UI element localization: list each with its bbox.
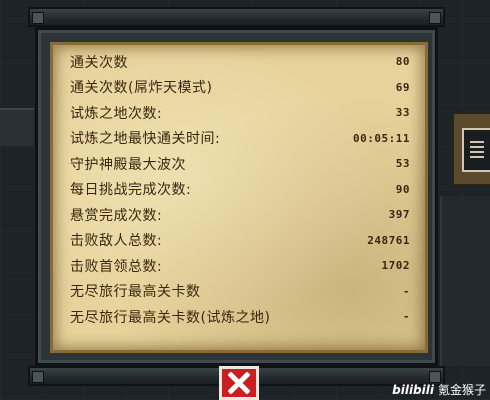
stat-label: 试炼之地最快通关时间: (70, 131, 221, 148)
stat-label: 每日挑战完成次数: (70, 182, 192, 199)
stat-row: 无尽旅行最高关卡数(试炼之地) - (70, 304, 410, 330)
stat-row: 击败首领总数: 1702 (70, 253, 410, 279)
stat-label: 无尽旅行最高关卡数(试炼之地) (70, 309, 271, 326)
bilibili-logo: bilibili (392, 382, 434, 397)
background-block (0, 108, 34, 146)
stat-label: 击败首领总数: (70, 258, 163, 275)
stat-value: 397 (388, 208, 410, 222)
stat-row: 每日挑战完成次数: 90 (70, 177, 410, 203)
stat-label: 守护神殿最大波次 (70, 156, 186, 173)
close-icon (228, 372, 250, 394)
stat-row: 悬赏完成次数: 397 (70, 202, 410, 228)
stat-label: 悬赏完成次数: (70, 207, 163, 224)
background-pillar (440, 196, 490, 366)
stat-row: 击败敌人总数: 248761 (70, 228, 410, 254)
stat-row: 试炼之地最快通关时间: 00:05:11 (70, 126, 410, 152)
stat-value: 53 (395, 157, 410, 171)
stat-label: 击败敌人总数: (70, 233, 163, 250)
stat-row: 试炼之地次数: 33 (70, 100, 410, 126)
stat-value: 90 (395, 182, 410, 196)
stat-value: 33 (395, 106, 410, 120)
stat-value: - (402, 284, 410, 298)
stat-label: 无尽旅行最高关卡数 (70, 284, 201, 301)
stat-label: 试炼之地次数: (70, 105, 163, 122)
stat-value: 1702 (381, 259, 410, 273)
watermark-author: 氪金猴子 (437, 383, 486, 397)
stat-value: 00:05:11 (353, 131, 410, 145)
stat-row: 守护神殿最大波次 53 (70, 151, 410, 177)
close-button[interactable] (219, 366, 259, 400)
watermark: bilibili 氪金猴子 (392, 381, 486, 398)
machine-panel-icon (452, 112, 490, 186)
stats-list: 通关次数 80 通关次数(屌炸天模式) 69 试炼之地次数: 33 试炼之地最快… (70, 49, 410, 330)
stats-parchment: 通关次数 80 通关次数(屌炸天模式) 69 试炼之地次数: 33 试炼之地最快… (50, 42, 428, 353)
stat-value: 248761 (367, 233, 410, 247)
stat-value: 80 (395, 55, 410, 69)
stat-row: 通关次数 80 (70, 49, 410, 75)
stat-row: 无尽旅行最高关卡数 - (70, 279, 410, 305)
stat-value: 69 (395, 80, 410, 94)
stat-value: - (402, 310, 410, 324)
stat-label: 通关次数(屌炸天模式) (70, 80, 213, 97)
scroll-rod-top (28, 7, 445, 27)
stat-row: 通关次数(屌炸天模式) 69 (70, 75, 410, 101)
stat-label: 通关次数 (70, 54, 128, 71)
